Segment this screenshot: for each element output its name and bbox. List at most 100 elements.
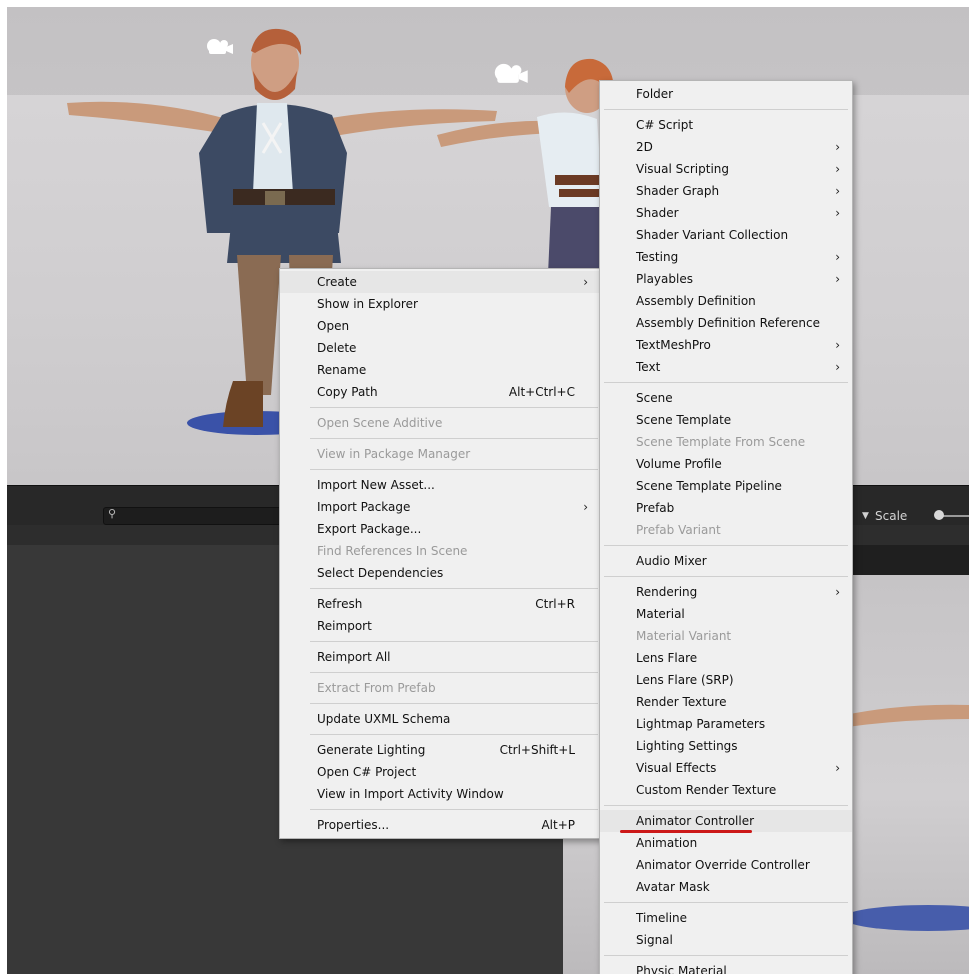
menu-item-animation[interactable]: Animation [600, 832, 852, 854]
menu-item-label: View in Import Activity Window [317, 787, 504, 801]
menu-item-volume-profile[interactable]: Volume Profile [600, 453, 852, 475]
menu-item-playables[interactable]: Playables › [600, 268, 852, 290]
menu-item-textmeshpro[interactable]: TextMeshPro › [600, 334, 852, 356]
menu-item-label: Import Package [317, 500, 411, 514]
menu-item-label: Extract From Prefab [317, 681, 436, 695]
menu-item-shader[interactable]: Shader › [600, 202, 852, 224]
menu-item-scene-template-pipeline[interactable]: Scene Template Pipeline [600, 475, 852, 497]
menu-item-copy-path[interactable]: Copy Path Alt+Ctrl+C [280, 381, 600, 403]
menu-item-assembly-definition-reference[interactable]: Assembly Definition Reference [600, 312, 852, 334]
menu-item-label: Custom Render Texture [636, 783, 777, 797]
menu-item-label: Find References In Scene [317, 544, 468, 558]
menu-item-assembly-definition[interactable]: Assembly Definition [600, 290, 852, 312]
menu-item-open[interactable]: Open [280, 315, 600, 337]
menu-separator [604, 902, 848, 903]
menu-item-reimport-all[interactable]: Reimport All [280, 646, 600, 668]
menu-item-label: Generate Lighting [317, 743, 426, 757]
chevron-right-icon: › [835, 162, 840, 176]
scale-slider-handle[interactable] [934, 510, 944, 520]
menu-item-label: Text [636, 360, 661, 374]
menu-item-open-c-project[interactable]: Open C# Project [280, 761, 600, 783]
menu-item-physic-material[interactable]: Physic Material [600, 960, 852, 974]
menu-item-label: Audio Mixer [636, 554, 707, 568]
menu-item-label: Export Package... [317, 522, 422, 536]
menu-item-label: Assembly Definition Reference [636, 316, 821, 330]
menu-item-visual-effects[interactable]: Visual Effects › [600, 757, 852, 779]
chevron-right-icon: › [835, 585, 840, 599]
menu-item-delete[interactable]: Delete [280, 337, 600, 359]
search-input[interactable]: ⚲ [103, 507, 287, 525]
menu-item-label: Shader [636, 206, 679, 220]
menu-item-label: Render Texture [636, 695, 727, 709]
menu-item-lens-flare-srp[interactable]: Lens Flare (SRP) [600, 669, 852, 691]
menu-item-2d[interactable]: 2D › [600, 136, 852, 158]
menu-item-avatar-mask[interactable]: Avatar Mask [600, 876, 852, 898]
menu-item-custom-render-texture[interactable]: Custom Render Texture [600, 779, 852, 801]
menu-item-shader-graph[interactable]: Shader Graph › [600, 180, 852, 202]
menu-item-label: Open [317, 319, 350, 333]
menu-item-create[interactable]: Create › [280, 271, 600, 293]
menu-item-shader-variant-collection[interactable]: Shader Variant Collection [600, 224, 852, 246]
menu-item-label: Prefab Variant [636, 523, 721, 537]
menu-item-import-new-asset[interactable]: Import New Asset... [280, 474, 600, 496]
menu-item-label: Signal [636, 933, 673, 947]
menu-item-export-package[interactable]: Export Package... [280, 518, 600, 540]
menu-item-folder[interactable]: Folder [600, 83, 852, 105]
menu-item-import-package[interactable]: Import Package › [280, 496, 600, 518]
unity-editor: ⚲ Scale ▼ Create › Show in Explorer Open Del… [7, 7, 969, 974]
menu-item-lens-flare[interactable]: Lens Flare [600, 647, 852, 669]
female-character-model[interactable] [437, 57, 617, 297]
menu-item-update-uxml-schema[interactable]: Update UXML Schema [280, 708, 600, 730]
menu-item-lighting-settings[interactable]: Lighting Settings [600, 735, 852, 757]
menu-item-render-texture[interactable]: Render Texture [600, 691, 852, 713]
menu-item-text[interactable]: Text › [600, 356, 852, 378]
menu-item-label: Animator Controller [636, 814, 755, 828]
menu-item-label: Update UXML Schema [317, 712, 451, 726]
menu-item-show-in-explorer[interactable]: Show in Explorer [280, 293, 600, 315]
menu-item-label: Material [636, 607, 685, 621]
menu-item-refresh[interactable]: Refresh Ctrl+R [280, 593, 600, 615]
menu-item-timeline[interactable]: Timeline [600, 907, 852, 929]
menu-item-prefab[interactable]: Prefab [600, 497, 852, 519]
menu-item-animator-controller[interactable]: Animator Controller [600, 810, 852, 833]
menu-separator [310, 469, 598, 470]
menu-separator [604, 382, 848, 383]
menu-item-scene[interactable]: Scene [600, 387, 852, 409]
menu-item-generate-lighting[interactable]: Generate Lighting Ctrl+Shift+L [280, 739, 600, 761]
menu-item-signal[interactable]: Signal [600, 929, 852, 951]
menu-item-label: Animator Override Controller [636, 858, 810, 872]
menu-item-lightmap-parameters[interactable]: Lightmap Parameters [600, 713, 852, 735]
create-submenu: Folder C# Script 2D › Visual Scripting › Shade… [599, 80, 853, 974]
menu-item-label: Create [317, 275, 357, 289]
menu-item-c-script[interactable]: C# Script [600, 114, 852, 136]
menu-item-label: Rename [317, 363, 367, 377]
menu-item-testing[interactable]: Testing › [600, 246, 852, 268]
menu-item-label: Physic Material [636, 964, 727, 974]
menu-item-label: Playables [636, 272, 693, 286]
menu-item-animator-override-controller[interactable]: Animator Override Controller [600, 854, 852, 876]
menu-item-select-dependencies[interactable]: Select Dependencies [280, 562, 600, 584]
chevron-right-icon: › [583, 275, 588, 289]
menu-item-label: Folder [636, 87, 674, 101]
menu-item-visual-scripting[interactable]: Visual Scripting › [600, 158, 852, 180]
chevron-right-icon: › [835, 761, 840, 775]
menu-item-properties[interactable]: Properties... Alt+P [280, 814, 600, 836]
chevron-right-icon: › [835, 206, 840, 220]
menu-item-label: Testing [636, 250, 679, 264]
menu-separator [310, 438, 598, 439]
menu-separator [604, 545, 848, 546]
menu-item-label: Lightmap Parameters [636, 717, 766, 731]
menu-item-material[interactable]: Material [600, 603, 852, 625]
menu-item-audio-mixer[interactable]: Audio Mixer [600, 550, 852, 572]
scale-dropdown-arrow-icon[interactable]: ▼ [862, 507, 869, 525]
menu-item-reimport[interactable]: Reimport [280, 615, 600, 637]
menu-item-scene-template[interactable]: Scene Template [600, 409, 852, 431]
menu-separator [310, 641, 598, 642]
menu-item-rename[interactable]: Rename [280, 359, 600, 381]
menu-item-label: Copy Path [317, 385, 378, 399]
menu-item-view-in-import-activity-window[interactable]: View in Import Activity Window [280, 783, 600, 805]
menu-item-scene-template-from-scene: Scene Template From Scene [600, 431, 852, 453]
menu-item-rendering[interactable]: Rendering › [600, 581, 852, 603]
menu-item-label: Lens Flare (SRP) [636, 673, 734, 687]
menu-item-label: Animation [636, 836, 698, 850]
